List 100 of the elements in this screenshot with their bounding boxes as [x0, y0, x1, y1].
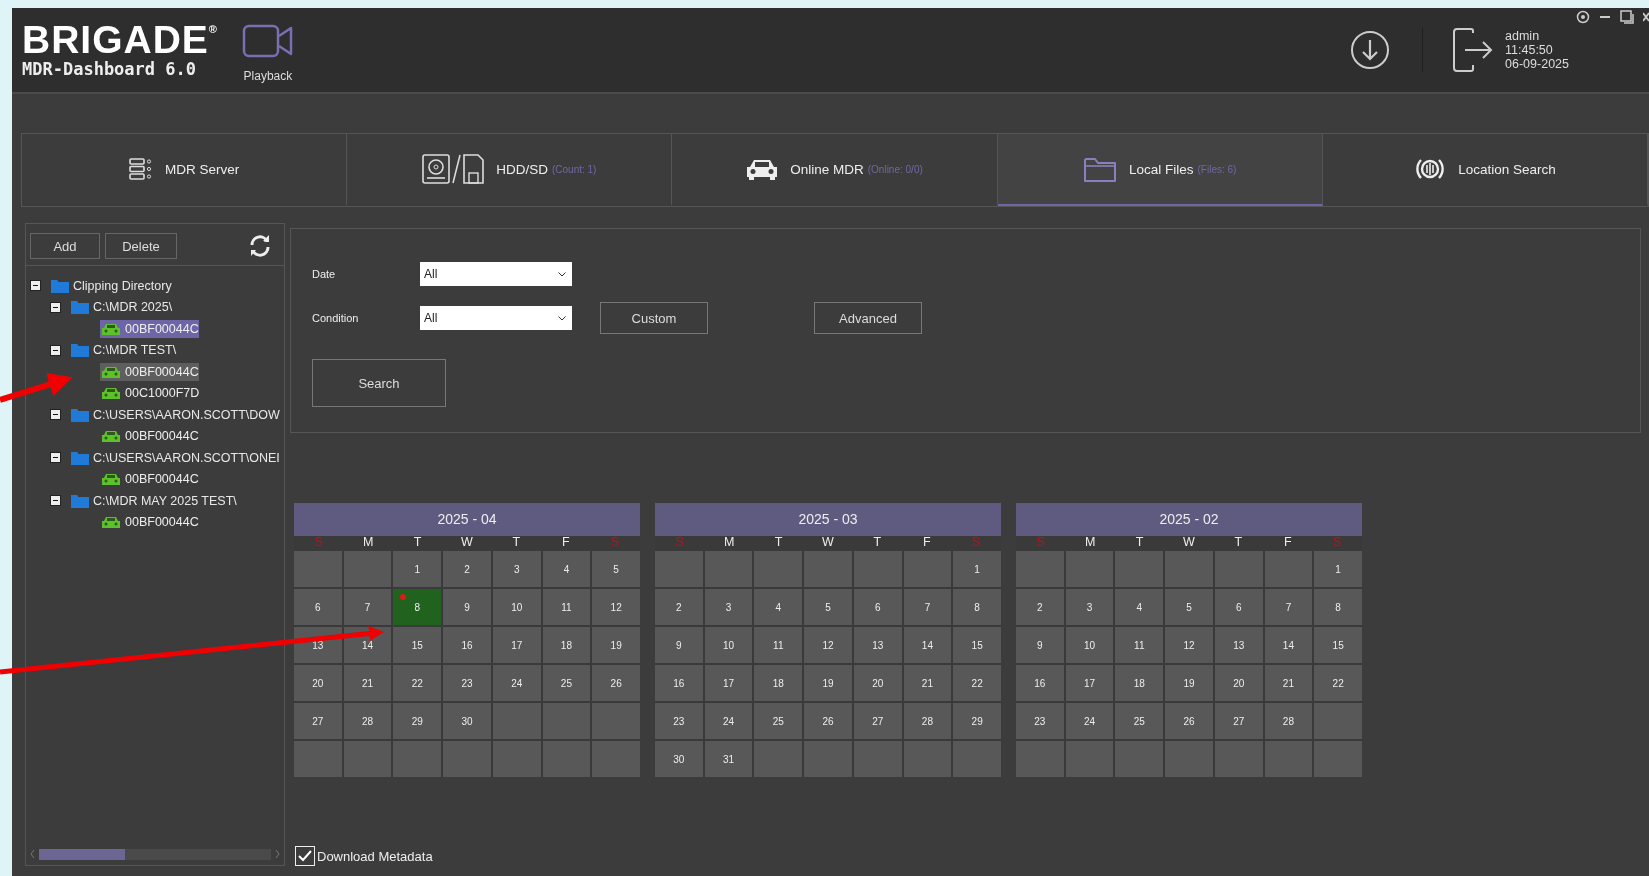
day-cell[interactable]: 26: [1165, 703, 1213, 739]
settings-button[interactable]: [1576, 10, 1590, 24]
day-cell[interactable]: 28: [903, 703, 952, 739]
folder-label[interactable]: Clipping Directory: [73, 278, 172, 293]
day-cell[interactable]: 29: [393, 703, 442, 739]
day-cell[interactable]: 27: [294, 703, 342, 739]
folder-label[interactable]: C:\USERS\AARON.SCOTT\DOW: [93, 407, 280, 422]
day-cell[interactable]: 1: [953, 551, 1001, 587]
close-button[interactable]: [1643, 10, 1649, 24]
tab[interactable]: Online MDR (Online: 0/0): [672, 134, 998, 206]
day-cell[interactable]: 25: [754, 703, 803, 739]
day-cell[interactable]: 2: [655, 589, 703, 625]
date-dropdown[interactable]: All: [420, 262, 572, 286]
toolbar-button[interactable]: Add: [30, 233, 100, 259]
collapse-toggle[interactable]: [50, 344, 61, 356]
day-cell[interactable]: 12: [592, 589, 640, 625]
day-cell[interactable]: 24: [1065, 703, 1114, 739]
day-cell[interactable]: 8: [1314, 589, 1362, 625]
day-cell[interactable]: 27: [1214, 703, 1263, 739]
tab[interactable]: HDD/SD (Count: 1): [347, 134, 673, 206]
day-cell[interactable]: 16: [1016, 665, 1064, 701]
collapse-toggle[interactable]: [50, 409, 61, 421]
tab[interactable]: MDR Server: [22, 134, 348, 206]
condition-dropdown[interactable]: All: [420, 306, 572, 330]
day-cell[interactable]: 3: [492, 551, 541, 587]
day-cell[interactable]: 24: [492, 665, 541, 701]
day-cell[interactable]: 10: [1065, 627, 1114, 663]
day-cell[interactable]: 6: [853, 589, 902, 625]
collapse-toggle[interactable]: [30, 280, 41, 292]
day-cell[interactable]: 10: [704, 627, 753, 663]
folder-label[interactable]: C:\MDR TEST\: [93, 343, 177, 358]
folder-label[interactable]: C:\MDR 2025\: [93, 300, 173, 315]
day-cell[interactable]: 28: [1264, 703, 1313, 739]
playback-nav-item[interactable]: Playback: [241, 23, 294, 83]
day-cell[interactable]: 25: [1115, 703, 1164, 739]
day-cell[interactable]: 15: [1314, 627, 1362, 663]
day-cell[interactable]: 22: [393, 665, 442, 701]
day-cell[interactable]: 11: [754, 627, 803, 663]
refresh-button[interactable]: [248, 234, 272, 258]
day-cell[interactable]: 2: [443, 551, 491, 587]
device-item[interactable]: 00BF00044C: [100, 513, 199, 532]
day-cell[interactable]: 15: [953, 627, 1001, 663]
day-cell[interactable]: 4: [754, 589, 803, 625]
day-cell[interactable]: 30: [443, 703, 491, 739]
collapse-toggle[interactable]: [50, 495, 61, 507]
search-button[interactable]: Search: [312, 359, 446, 407]
folder-label[interactable]: C:\MDR MAY 2025 TEST\: [93, 493, 237, 508]
day-cell[interactable]: 13: [853, 627, 902, 663]
day-cell[interactable]: 18: [542, 627, 591, 663]
day-cell[interactable]: 30: [655, 741, 703, 777]
day-cell[interactable]: 4: [542, 551, 591, 587]
day-cell[interactable]: 24: [704, 703, 753, 739]
day-cell[interactable]: 12: [1165, 627, 1213, 663]
day-cell[interactable]: 14: [1264, 627, 1313, 663]
day-cell[interactable]: 3: [704, 589, 753, 625]
tab[interactable]: Local Files (Files: 6): [997, 134, 1323, 206]
day-cell[interactable]: 23: [655, 703, 703, 739]
day-cell[interactable]: 28: [343, 703, 392, 739]
day-cell[interactable]: 6: [294, 589, 342, 625]
day-cell[interactable]: 17: [704, 665, 753, 701]
day-cell[interactable]: 5: [1165, 589, 1213, 625]
day-cell[interactable]: 20: [853, 665, 902, 701]
day-cell[interactable]: 9: [655, 627, 703, 663]
day-cell[interactable]: 19: [592, 627, 640, 663]
scroll-thumb[interactable]: [39, 848, 125, 860]
download-button[interactable]: [1350, 30, 1391, 70]
day-cell[interactable]: 14: [903, 627, 952, 663]
day-cell[interactable]: 11: [1115, 627, 1164, 663]
day-cell[interactable]: 22: [953, 665, 1001, 701]
day-cell[interactable]: 22: [1314, 665, 1362, 701]
day-cell[interactable]: 26: [592, 665, 640, 701]
day-cell[interactable]: 25: [542, 665, 591, 701]
day-cell[interactable]: 17: [492, 627, 541, 663]
day-cell[interactable]: 18: [754, 665, 803, 701]
device-item[interactable]: 00BF00044C: [100, 319, 199, 338]
day-cell[interactable]: 31: [704, 741, 753, 777]
day-cell[interactable]: 11: [542, 589, 591, 625]
collapse-toggle[interactable]: [50, 452, 61, 464]
day-cell[interactable]: 12: [804, 627, 852, 663]
day-cell[interactable]: 7: [903, 589, 952, 625]
day-cell[interactable]: 13: [1214, 627, 1263, 663]
day-cell[interactable]: 18: [1115, 665, 1164, 701]
day-cell[interactable]: 29: [953, 703, 1001, 739]
day-cell[interactable]: 27: [853, 703, 902, 739]
day-cell[interactable]: 23: [1016, 703, 1064, 739]
device-item[interactable]: 00C1000F7D: [100, 384, 200, 403]
day-cell[interactable]: 16: [655, 665, 703, 701]
day-cell[interactable]: 3: [1065, 589, 1114, 625]
day-cell[interactable]: 7: [343, 589, 392, 625]
day-cell[interactable]: 26: [804, 703, 852, 739]
day-cell[interactable]: 17: [1065, 665, 1114, 701]
day-cell[interactable]: 19: [1165, 665, 1213, 701]
day-cell[interactable]: 1: [393, 551, 442, 587]
day-cell[interactable]: 21: [1264, 665, 1313, 701]
tab[interactable]: Location Search: [1322, 134, 1648, 206]
day-cell[interactable]: 4: [1115, 589, 1164, 625]
day-cell[interactable]: 16: [443, 627, 491, 663]
custom-button[interactable]: Custom: [600, 302, 708, 334]
day-cell[interactable]: 5: [592, 551, 640, 587]
day-cell[interactable]: 10: [492, 589, 541, 625]
